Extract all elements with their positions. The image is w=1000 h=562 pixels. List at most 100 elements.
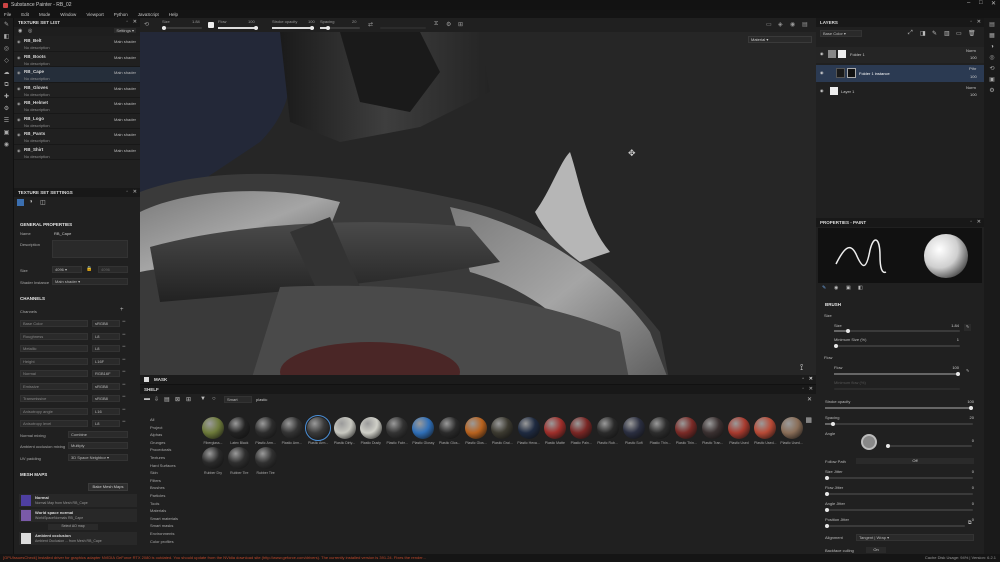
shelf-category[interactable]: Skin xyxy=(150,470,158,475)
shader-instance-select[interactable]: Main shader ▾ xyxy=(52,278,128,285)
display-icon[interactable]: ▣ xyxy=(2,128,12,138)
add-layer-icon[interactable]: ▥ xyxy=(944,30,950,37)
channel-format-select[interactable]: L8 xyxy=(92,420,120,427)
remove-channel-icon[interactable]: − xyxy=(122,419,126,425)
clone-icon[interactable]: ⧉ xyxy=(2,80,12,90)
flow-jitter-value[interactable]: 0 xyxy=(972,485,974,490)
channel-format-select[interactable]: L8 xyxy=(92,345,120,352)
channel-name[interactable]: Base Color xyxy=(20,320,88,327)
material-thumbnail[interactable] xyxy=(491,417,514,439)
toolbar-size-slider[interactable] xyxy=(162,26,202,30)
pen-pressure-icon[interactable] xyxy=(208,22,214,28)
angle-jitter-value[interactable]: 0 xyxy=(972,501,974,506)
delete-layer-icon[interactable]: 🗑 xyxy=(968,30,976,37)
mask-close-icon[interactable]: ✕ xyxy=(809,375,813,384)
camera-icon-top[interactable]: ◉ xyxy=(790,21,795,28)
visibility-icon[interactable]: ◉ xyxy=(17,55,21,60)
material-thumbnail[interactable] xyxy=(202,447,224,469)
size-select[interactable]: 4096 ▾ xyxy=(52,266,82,273)
menu-javascript[interactable]: JavaScript xyxy=(138,12,159,17)
flow-value[interactable]: 100 xyxy=(952,365,959,370)
shelf-category[interactable]: Brushes xyxy=(150,485,165,490)
uv-padding-select[interactable]: 3D Space Neighbor ▾ xyxy=(68,454,128,461)
viewport-settings-icon[interactable]: ▤ xyxy=(802,21,808,28)
layer-blend-mode[interactable]: Norm xyxy=(966,48,976,53)
channel-name[interactable]: Height xyxy=(20,357,88,365)
position-jitter-slider[interactable] xyxy=(825,524,965,528)
undo-icon[interactable]: ⟲ xyxy=(144,21,149,28)
texture-set-shader[interactable]: Main shader xyxy=(114,39,136,44)
filter-tag-smart[interactable]: Smart xyxy=(224,396,252,403)
material-thumbnail[interactable] xyxy=(570,417,593,439)
eraser-icon[interactable]: ◧ xyxy=(2,32,12,42)
material-thumbnail[interactable] xyxy=(305,415,332,441)
shelf-category[interactable]: Materials xyxy=(150,508,166,513)
shelf-category[interactable]: All xyxy=(150,417,154,422)
maximize-button[interactable]: □ xyxy=(979,0,983,6)
layer-opacity[interactable]: 100 xyxy=(970,74,977,79)
panel-undock-icon[interactable]: ▫ xyxy=(802,386,804,392)
material-thumbnail[interactable] xyxy=(596,417,619,439)
angle-slider[interactable] xyxy=(886,444,972,448)
material-thumbnail[interactable] xyxy=(622,417,645,439)
name-value[interactable]: RB_Cape xyxy=(54,231,71,236)
menu-window[interactable]: Window xyxy=(60,12,76,17)
texture-set-item[interactable]: ◉ RB_Belt No description Main shader xyxy=(14,36,140,52)
texture-set-dock-icon[interactable]: ▦ xyxy=(987,32,997,40)
import-icon[interactable]: ⇩ xyxy=(154,396,159,403)
texture-set-item[interactable]: ◉ RB_Gloves No description Main shader xyxy=(14,83,140,98)
material-thumbnail[interactable] xyxy=(675,417,698,439)
material-thumbnail[interactable] xyxy=(228,447,251,469)
layer-opacity[interactable]: 100 xyxy=(970,55,977,60)
shelf-category[interactable]: Smart masks xyxy=(150,523,173,528)
bake-icon[interactable]: ⚙ xyxy=(2,104,12,114)
menu-file[interactable]: File xyxy=(4,12,11,17)
material-thumbnail[interactable] xyxy=(333,417,356,439)
channel-name[interactable]: Transmissive xyxy=(20,395,88,402)
display-settings-icon[interactable]: ◑ xyxy=(987,43,997,51)
texture-set-shader[interactable]: Main shader xyxy=(114,148,136,153)
follow-path-toggle[interactable]: Off xyxy=(856,458,974,464)
layer-blend-mode[interactable]: Norm xyxy=(966,85,976,90)
screenshot-icon[interactable]: ▭ xyxy=(766,21,772,28)
mesh-map-normal[interactable]: Normal Normal Map from Mesh RB_Cape xyxy=(19,494,137,507)
projection-icon[interactable]: ◎ xyxy=(2,44,12,54)
stencil-tab-icon[interactable]: ▣ xyxy=(846,285,851,291)
material-thumbnail[interactable] xyxy=(228,417,251,439)
position-jitter-value[interactable]: 0 xyxy=(972,517,974,522)
bake-mesh-maps-button[interactable]: Bake Mesh Maps xyxy=(88,483,128,491)
material-thumbnail[interactable] xyxy=(465,417,487,439)
jitter-lock-icon[interactable]: ⧉ xyxy=(968,520,972,526)
layer-row-instance[interactable]: ◉ Folder 1 instance Pthr 100 xyxy=(816,65,984,82)
material-thumbnail[interactable] xyxy=(517,417,540,439)
material-thumbnail[interactable] xyxy=(202,417,224,439)
layers-dock-icon[interactable]: ▤ xyxy=(987,21,997,29)
delete-icon[interactable]: ⊠ xyxy=(175,396,180,403)
log-icon[interactable]: ▣ xyxy=(987,76,997,84)
menu-edit[interactable]: Edit xyxy=(21,12,29,17)
material-tab-icon[interactable]: ◑ xyxy=(29,199,33,205)
shelf-category[interactable]: Tools xyxy=(150,501,159,506)
paint-brush-icon[interactable]: ✎ xyxy=(2,20,12,30)
tool-extra-icon[interactable]: ⊞ xyxy=(458,21,463,28)
description-field[interactable] xyxy=(52,240,128,258)
texture-set-item[interactable]: ◉ RB_Pants No description Main shader xyxy=(14,129,140,145)
panel-close-icon[interactable]: ✕ xyxy=(133,19,137,25)
layer-visibility-icon[interactable]: ◉ xyxy=(820,51,824,56)
texture-set-shader[interactable]: Main shader xyxy=(114,55,136,60)
texture-set-item[interactable]: ◉ RB_Boots No description Main shader xyxy=(14,52,140,67)
panel-close-icon[interactable]: ✕ xyxy=(977,19,981,25)
uv-tab-icon[interactable]: ◫ xyxy=(40,199,46,206)
python-icon[interactable]: ⚙ xyxy=(987,87,997,95)
panel-close-icon[interactable]: ✕ xyxy=(809,386,813,392)
lock-icon[interactable]: 🔒 xyxy=(86,266,92,272)
texture-set-shader[interactable]: Main shader xyxy=(114,117,136,122)
shelf-category[interactable]: Hard Surfaces xyxy=(150,463,176,468)
history-icon[interactable]: ⟲ xyxy=(987,65,997,73)
panel-close-icon[interactable]: ✕ xyxy=(977,219,981,225)
material-thumbnail[interactable] xyxy=(254,447,277,469)
channel-name[interactable]: Emissive xyxy=(20,382,88,390)
folder-icon[interactable]: ▬ xyxy=(144,396,150,402)
shelf-category[interactable]: Environments xyxy=(150,531,174,536)
channel-format-select[interactable]: sRGB8 xyxy=(92,382,120,390)
